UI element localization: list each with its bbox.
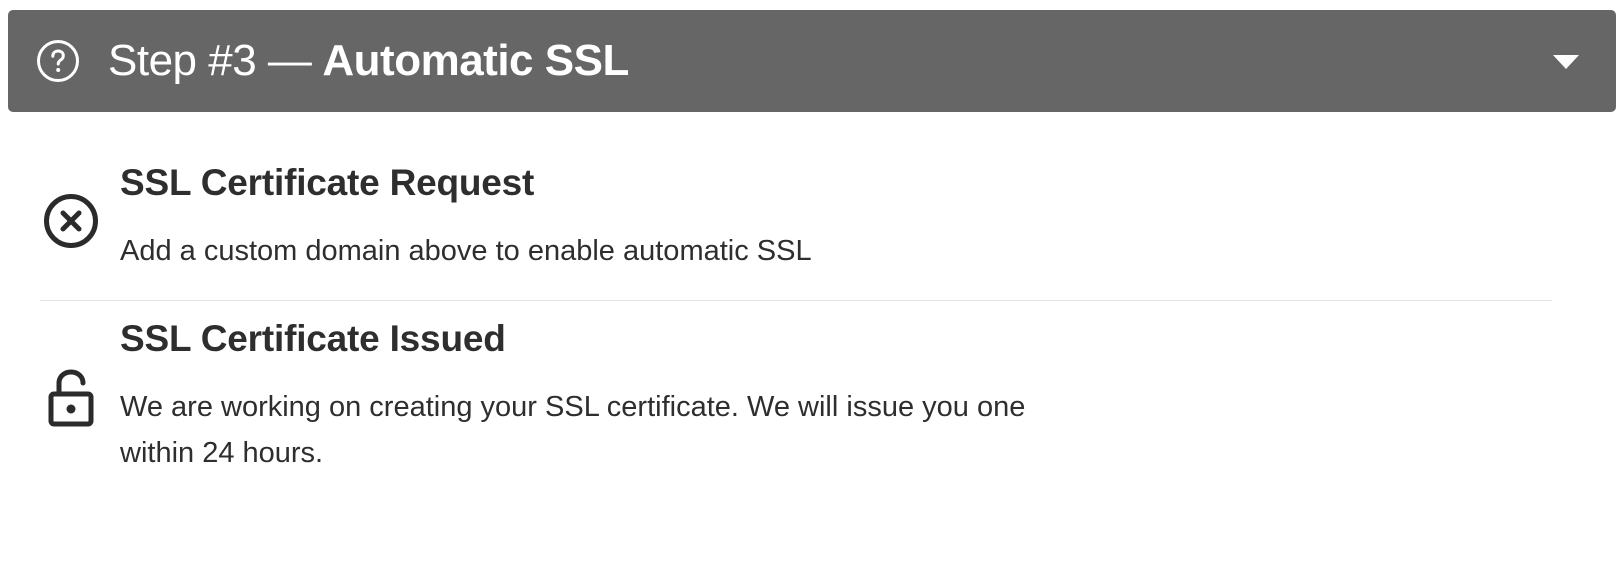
caret-down-icon[interactable] [1552,54,1580,70]
step-header[interactable]: Step #3 — Automatic SSL [8,10,1616,112]
status-item-ssl-request: SSL Certificate Request Add a custom dom… [0,162,1624,296]
step-name: Automatic SSL [322,36,629,85]
divider [40,300,1552,301]
status-item-ssl-issued: SSL Certificate Issued We are working on… [0,318,1624,478]
status-title: SSL Certificate Request [120,162,535,203]
step-title: Step #3 — Automatic SSL [108,10,629,112]
step-number: Step #3 — [108,36,312,85]
x-circle-icon [44,194,98,248]
status-description: We are working on creating your SSL cert… [120,391,1026,469]
status-description: Add a custom domain above to enable auto… [120,235,812,267]
question-circle-icon [37,40,79,82]
status-title: SSL Certificate Issued [120,318,506,359]
unlocked-padlock-icon [48,369,94,427]
